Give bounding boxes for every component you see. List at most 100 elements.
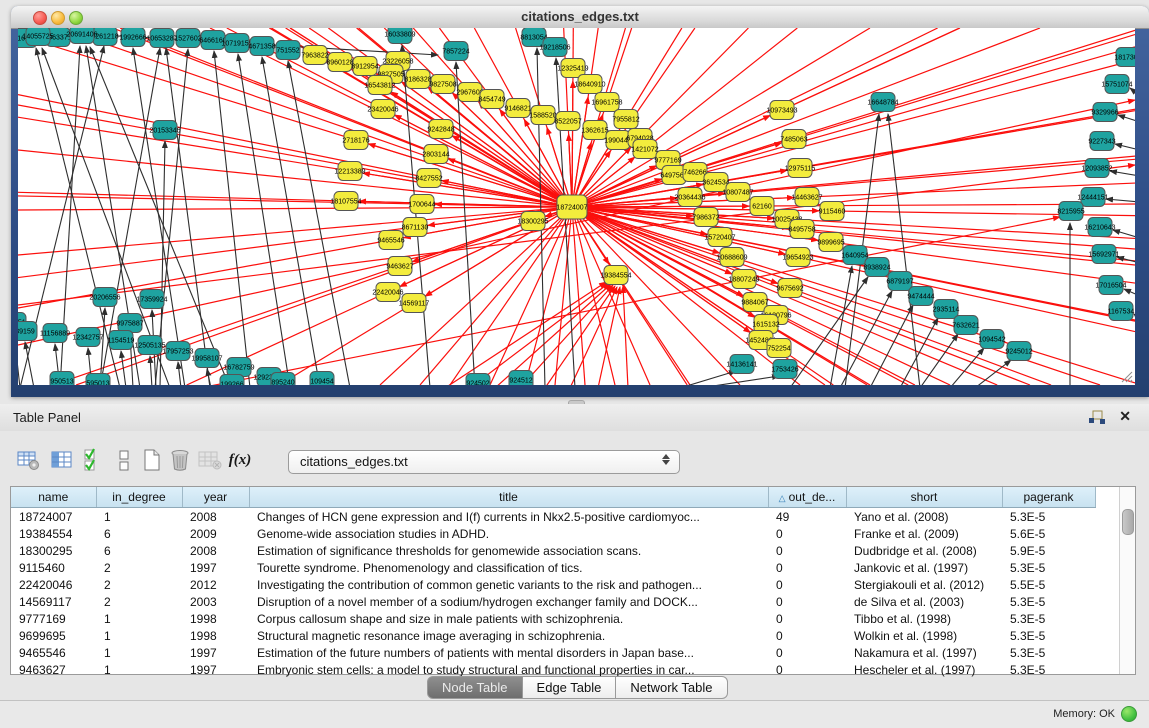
table-cell[interactable]: 5.3E-5 bbox=[1002, 661, 1095, 678]
table-cell[interactable]: 0 bbox=[768, 661, 846, 678]
table-cell[interactable]: 49 bbox=[768, 508, 846, 526]
table-cell[interactable]: Estimation of significance thresholds fo… bbox=[249, 542, 768, 559]
table-cell[interactable]: 9463627 bbox=[11, 661, 96, 678]
table-row[interactable]: 2242004622012Investigating the contribut… bbox=[11, 576, 1095, 593]
table-row[interactable]: 969969511998Structural magnetic resonanc… bbox=[11, 627, 1095, 644]
column-visibility-icon[interactable] bbox=[48, 446, 76, 474]
column-header-name[interactable]: name bbox=[11, 487, 96, 508]
resize-grip[interactable] bbox=[1119, 369, 1133, 383]
table-cell[interactable]: 14569117 bbox=[11, 593, 96, 610]
tab-network-table[interactable]: Network Table bbox=[616, 676, 727, 699]
table-cell[interactable]: Corpus callosum shape and size in male p… bbox=[249, 610, 768, 627]
table-cell[interactable]: 2008 bbox=[182, 542, 249, 559]
network-canvas[interactable]: 7963822896012889129542322605898275051654… bbox=[18, 28, 1135, 385]
delete-icon[interactable] bbox=[166, 446, 194, 474]
table-cell[interactable]: 0 bbox=[768, 610, 846, 627]
table-cell[interactable]: 5.3E-5 bbox=[1002, 610, 1095, 627]
table-scrollbar[interactable] bbox=[1119, 487, 1135, 674]
table-cell[interactable]: 18300295 bbox=[11, 542, 96, 559]
column-header-outde[interactable]: △out_de... bbox=[768, 487, 846, 508]
table-cell[interactable]: Franke et al. (2009) bbox=[846, 525, 1002, 542]
table-cell[interactable]: Wolkin et al. (1998) bbox=[846, 627, 1002, 644]
table-row[interactable]: 946554611997Estimation of the future num… bbox=[11, 644, 1095, 661]
table-cell[interactable]: 1 bbox=[96, 644, 182, 661]
table-cell[interactable]: 9777169 bbox=[11, 610, 96, 627]
new-document-icon[interactable] bbox=[138, 446, 166, 474]
table-cell[interactable]: 5.3E-5 bbox=[1002, 644, 1095, 661]
table-cell[interactable]: Tourette syndrome. Phenomenology and cla… bbox=[249, 559, 768, 576]
table-cell[interactable]: 19384554 bbox=[11, 525, 96, 542]
column-header-indegree[interactable]: in_degree bbox=[96, 487, 182, 508]
table-cell[interactable]: Genome-wide association studies in ADHD. bbox=[249, 525, 768, 542]
table-cell[interactable]: 18724007 bbox=[11, 508, 96, 526]
table-cell[interactable]: 2 bbox=[96, 593, 182, 610]
table-cell[interactable]: 2009 bbox=[182, 525, 249, 542]
function-builder-icon[interactable]: f(x) bbox=[226, 446, 254, 474]
window-titlebar[interactable]: citations_edges.txt bbox=[11, 6, 1149, 29]
table-cell[interactable]: 0 bbox=[768, 644, 846, 661]
column-header-title[interactable]: title bbox=[249, 487, 768, 508]
table-cell[interactable]: 1997 bbox=[182, 661, 249, 678]
table-cell[interactable]: 2 bbox=[96, 576, 182, 593]
column-header-pagerank[interactable]: pagerank bbox=[1002, 487, 1095, 508]
table-cell[interactable]: 6 bbox=[96, 525, 182, 542]
tab-edge-table[interactable]: Edge Table bbox=[523, 676, 617, 699]
float-panel-icon[interactable] bbox=[1089, 410, 1105, 424]
table-cell[interactable]: 5.3E-5 bbox=[1002, 593, 1095, 610]
table-cell[interactable]: Estimation of the future numbers of pati… bbox=[249, 644, 768, 661]
table-cell[interactable]: 5.3E-5 bbox=[1002, 508, 1095, 526]
table-cell[interactable]: Jankovic et al. (1997) bbox=[846, 559, 1002, 576]
table-cell[interactable]: 1 bbox=[96, 508, 182, 526]
column-header-short[interactable]: short bbox=[846, 487, 1002, 508]
table-cell[interactable]: 0 bbox=[768, 542, 846, 559]
table-cell[interactable]: 1998 bbox=[182, 610, 249, 627]
table-cell[interactable]: 0 bbox=[768, 593, 846, 610]
table-cell[interactable]: 5.5E-5 bbox=[1002, 576, 1095, 593]
table-row[interactable]: 911546021997Tourette syndrome. Phenomeno… bbox=[11, 559, 1095, 576]
table-cell[interactable]: de Silva et al. (2003) bbox=[846, 593, 1002, 610]
table-cell[interactable]: 0 bbox=[768, 525, 846, 542]
table-cell[interactable]: Tibbo et al. (1998) bbox=[846, 610, 1002, 627]
table-cell[interactable]: 9465546 bbox=[11, 644, 96, 661]
table-cell[interactable]: 0 bbox=[768, 627, 846, 644]
table-cell[interactable]: 5.6E-5 bbox=[1002, 525, 1095, 542]
delete-table-icon[interactable] bbox=[196, 446, 224, 474]
clear-selection-icon[interactable] bbox=[110, 446, 138, 474]
table-cell[interactable]: Hescheler et al. (1997) bbox=[846, 661, 1002, 678]
table-cell[interactable]: 0 bbox=[768, 576, 846, 593]
table-cell[interactable]: Nakamura et al. (1997) bbox=[846, 644, 1002, 661]
table-cell[interactable]: 22420046 bbox=[11, 576, 96, 593]
table-cell[interactable]: 1 bbox=[96, 610, 182, 627]
table-cell[interactable]: 5.3E-5 bbox=[1002, 627, 1095, 644]
table-cell[interactable]: 1 bbox=[96, 627, 182, 644]
table-cell[interactable]: Stergiakouli et al. (2012) bbox=[846, 576, 1002, 593]
table-selector[interactable]: citations_edges.txt bbox=[288, 450, 680, 474]
table-cell[interactable]: 5.3E-5 bbox=[1002, 559, 1095, 576]
table-cell[interactable]: 1997 bbox=[182, 559, 249, 576]
table-cell[interactable]: Dudbridge et al. (2008) bbox=[846, 542, 1002, 559]
table-settings-icon[interactable] bbox=[14, 446, 42, 474]
tab-node-table[interactable]: Node Table bbox=[427, 676, 523, 699]
table-row[interactable]: 1830029562008Estimation of significance … bbox=[11, 542, 1095, 559]
table-cell[interactable]: 1998 bbox=[182, 627, 249, 644]
scrollbar-thumb[interactable] bbox=[1122, 509, 1134, 535]
column-header-year[interactable]: year bbox=[182, 487, 249, 508]
close-panel-icon[interactable] bbox=[1119, 408, 1131, 425]
table-cell[interactable]: 2008 bbox=[182, 508, 249, 526]
table-cell[interactable]: 5.9E-5 bbox=[1002, 542, 1095, 559]
table-row[interactable]: 1872400712008Changes of HCN gene express… bbox=[11, 508, 1095, 526]
table-cell[interactable]: 2012 bbox=[182, 576, 249, 593]
table-cell[interactable]: 0 bbox=[768, 559, 846, 576]
table-cell[interactable]: Disruption of a novel member of a sodium… bbox=[249, 593, 768, 610]
table-row[interactable]: 1456911722003Disruption of a novel membe… bbox=[11, 593, 1095, 610]
table-row[interactable]: 1938455462009Genome-wide association stu… bbox=[11, 525, 1095, 542]
table-cell[interactable]: Changes of HCN gene expression and I(f) … bbox=[249, 508, 768, 526]
table-cell[interactable]: 6 bbox=[96, 542, 182, 559]
table-cell[interactable]: 2003 bbox=[182, 593, 249, 610]
table-cell[interactable]: Yano et al. (2008) bbox=[846, 508, 1002, 526]
table-cell[interactable]: 1 bbox=[96, 661, 182, 678]
table-cell[interactable]: 9115460 bbox=[11, 559, 96, 576]
table-cell[interactable]: Investigating the contribution of common… bbox=[249, 576, 768, 593]
table-cell[interactable]: 2 bbox=[96, 559, 182, 576]
table-cell[interactable]: 1997 bbox=[182, 644, 249, 661]
